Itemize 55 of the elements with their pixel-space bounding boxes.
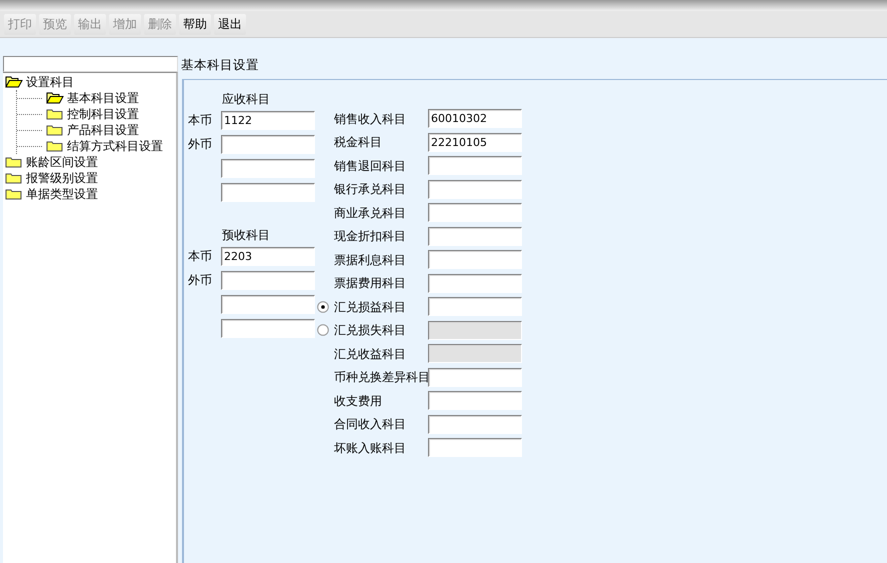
tree-item[interactable]: 产品科目设置 — [67, 121, 139, 139]
field-label: 坏账入账科目 — [334, 440, 407, 457]
tree-item[interactable]: 账龄区间设置 — [26, 153, 98, 171]
tree-item[interactable]: 基本科目设置 — [67, 89, 139, 107]
field-label: 票据费用科目 — [334, 275, 407, 292]
account-field[interactable]: 60010302 — [428, 109, 522, 128]
account-field[interactable] — [428, 180, 522, 199]
account-field[interactable] — [221, 134, 315, 154]
account-field[interactable] — [221, 182, 315, 202]
field-label: 票据利息科目 — [334, 252, 407, 269]
account-field[interactable] — [428, 156, 522, 176]
toolbar-button[interactable]: 退出 — [214, 14, 246, 35]
field-label: 收支费用 — [334, 392, 383, 410]
account-field[interactable] — [221, 318, 315, 338]
toolbar-button[interactable]: 帮助 — [179, 14, 211, 35]
radio-button[interactable] — [317, 300, 329, 313]
tree-item[interactable]: 控制科目设置 — [67, 105, 139, 123]
account-field[interactable] — [428, 414, 522, 434]
group-title: 应收科目 — [222, 91, 271, 108]
account-field[interactable] — [428, 274, 522, 293]
search-field[interactable] — [3, 56, 178, 72]
account-field[interactable] — [428, 203, 522, 222]
panel-title: 基本科目设置 — [181, 56, 260, 73]
field-label: 汇兑损失科目 — [334, 322, 407, 340]
field-label: 本币 — [188, 112, 213, 129]
field-label: 汇兑损益科目 — [334, 298, 407, 316]
account-field[interactable] — [428, 250, 522, 270]
account-field[interactable] — [428, 391, 522, 410]
account-field[interactable] — [428, 368, 522, 387]
account-field[interactable]: 22210105 — [428, 132, 522, 152]
tree-item[interactable]: 单据类型设置 — [26, 185, 98, 203]
tree-item[interactable]: 设置科目 — [26, 73, 74, 91]
field-label: 销售收入科目 — [334, 110, 407, 128]
field-label: 外币 — [188, 136, 213, 153]
field-label: 币种兑换差异科目 — [334, 369, 428, 386]
account-field[interactable] — [428, 297, 522, 316]
field-label: 现金折扣科目 — [334, 228, 407, 246]
field-label: 汇兑收益科目 — [334, 346, 407, 363]
field-label: 外币 — [188, 272, 213, 289]
field-label: 销售退回科目 — [334, 158, 407, 175]
account-field[interactable]: 1122 — [221, 110, 315, 130]
account-field[interactable] — [221, 158, 315, 178]
account-field[interactable] — [221, 294, 315, 314]
account-field[interactable] — [221, 270, 315, 290]
field-label: 商业承兑科目 — [334, 204, 407, 222]
field-label: 银行承兑科目 — [334, 181, 407, 198]
field-label: 税金科目 — [334, 134, 383, 152]
field-label: 合同收入科目 — [334, 416, 407, 434]
tree-item[interactable]: 结算方式科目设置 — [67, 137, 163, 155]
account-field[interactable]: 2203 — [221, 246, 315, 266]
tree-item[interactable]: 报警级别设置 — [26, 169, 98, 187]
group-title: 预收科目 — [222, 227, 271, 244]
account-field[interactable] — [428, 438, 522, 458]
field-label: 本币 — [188, 248, 213, 265]
account-field[interactable] — [428, 226, 522, 246]
